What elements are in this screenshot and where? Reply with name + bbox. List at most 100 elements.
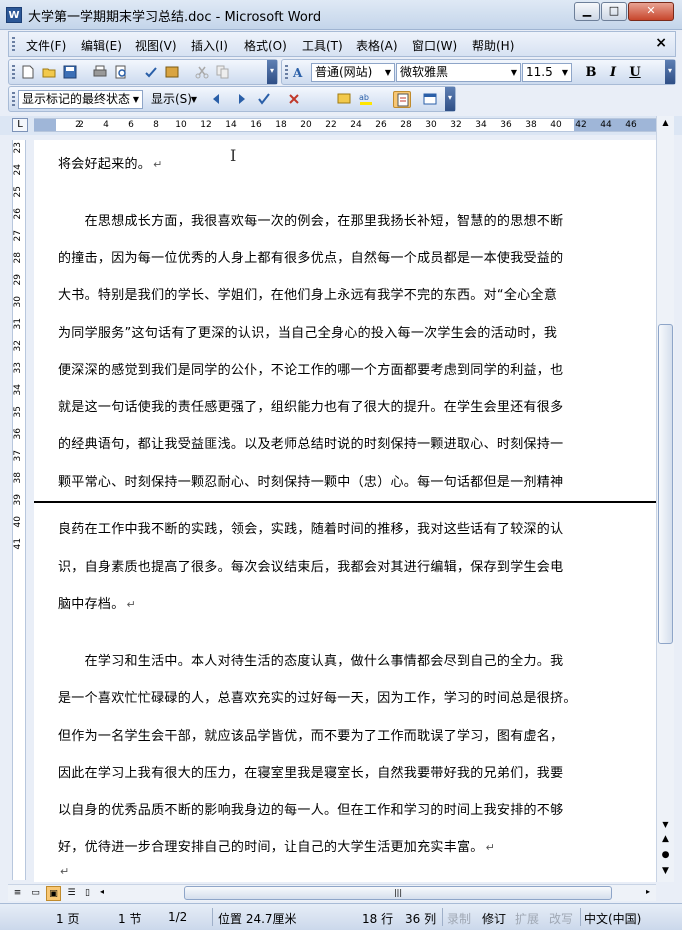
menu-window[interactable]: 窗口(W) <box>412 37 457 54</box>
styles-pane-button[interactable]: A <box>290 64 308 81</box>
font-select[interactable]: 微软雅黑 ▼ <box>396 63 521 82</box>
reading-layout-view-icon[interactable]: ▯ <box>80 886 95 901</box>
menu-table[interactable]: 表格(A) <box>356 37 398 54</box>
status-language[interactable]: 中文(中国) <box>584 910 641 927</box>
new-document-button[interactable] <box>19 64 37 81</box>
reject-change-button[interactable] <box>285 91 303 108</box>
ruler-tick: 6 <box>128 120 134 130</box>
vruler-tick: 23 <box>13 142 23 154</box>
next-change-button[interactable] <box>231 91 249 108</box>
minimize-button[interactable]: ▁ <box>574 2 600 21</box>
cut-button[interactable] <box>193 64 211 81</box>
scroll-up-button[interactable]: ▲ <box>658 118 673 132</box>
ruler-tick: 12 <box>200 120 212 130</box>
vruler-tick: 28 <box>13 252 23 264</box>
chevron-down-icon: ▼ <box>132 95 140 104</box>
vruler-tick: 24 <box>13 164 23 176</box>
scroll-down-button[interactable]: ▼ <box>658 820 673 832</box>
open-button[interactable] <box>40 64 58 81</box>
menu-help[interactable]: 帮助(H) <box>472 37 514 54</box>
ruler-tick: 32 <box>450 120 462 130</box>
document-line: 因此在学习上我有很大的压力，在寝室里我是寝室长，自然我要带好我的兄弟们，我要 <box>58 766 564 781</box>
close-document-button[interactable]: × <box>655 35 667 51</box>
document-line: 大书。特别是我们的学长、学姐们，在他们身上永远有我学不完的东西。对“全心全意 <box>58 288 558 303</box>
print-button[interactable] <box>91 64 109 81</box>
ruler-tick: 4 <box>103 120 109 130</box>
status-ovr[interactable]: 改写 <box>549 910 573 927</box>
highlight-icon: ab <box>359 93 372 105</box>
toolbar-grip[interactable] <box>12 92 15 108</box>
menu-format[interactable]: 格式(O) <box>244 37 287 54</box>
new-comment-button[interactable] <box>335 91 353 108</box>
title-bar: W 大学第一学期期末学习总结.doc - Microsoft Word ▁ □ … <box>0 0 682 30</box>
horizontal-scroll-thumb[interactable]: ||| <box>184 886 612 900</box>
tab-selector[interactable]: L <box>12 118 28 132</box>
normal-view-icon[interactable]: ≡ <box>10 886 25 901</box>
highlight-button[interactable]: ab <box>357 91 375 108</box>
open-folder-icon <box>42 68 56 78</box>
track-changes-button[interactable] <box>393 91 411 108</box>
spelling-button[interactable] <box>142 64 160 81</box>
vertical-ruler[interactable]: 23 24 25 26 27 28 29 30 31 32 33 34 35 3… <box>12 140 26 880</box>
accept-change-button[interactable] <box>255 91 273 108</box>
reviewing-pane-icon <box>423 93 437 105</box>
close-window-button[interactable]: ✕ <box>628 2 674 21</box>
vruler-tick: 41 <box>13 538 23 550</box>
scroll-right-button[interactable]: ▸ <box>646 887 650 896</box>
maximize-button[interactable]: □ <box>601 2 627 21</box>
document-line: 但作为一名学生会干部，就应该品学皆优，而不要为了工作而耽误了学习，图有虚名， <box>58 729 564 744</box>
print-layout-view-icon[interactable]: ▣ <box>46 886 61 901</box>
outline-view-icon[interactable]: ☰ <box>64 886 79 901</box>
display-for-review-select[interactable]: 显示标记的最终状态 ▼ <box>18 90 143 109</box>
select-browse-object-button[interactable]: ● <box>658 850 673 864</box>
document-line: 良药在工作中我不断的实践，领会，实践，随着时间的推移，我对这些话有了较深的认 <box>58 522 564 537</box>
show-markup-dropdown[interactable]: 显示(S) ▼ <box>147 90 201 109</box>
menu-file[interactable]: 文件(F) <box>26 37 66 54</box>
menu-insert[interactable]: 插入(I) <box>191 37 228 54</box>
status-ext[interactable]: 扩展 <box>515 910 539 927</box>
track-changes-icon <box>397 93 409 107</box>
underline-button[interactable]: U <box>626 64 644 81</box>
toolbar-grip[interactable] <box>285 65 288 81</box>
italic-button[interactable]: I <box>604 64 622 81</box>
toolbar-options-chevron[interactable]: ▾ <box>445 87 455 111</box>
style-select[interactable]: 普通(网站) ▼ <box>311 63 395 82</box>
new-document-icon <box>22 65 34 79</box>
bold-button[interactable]: B <box>582 64 600 81</box>
vertical-scrollbar[interactable]: ▲ ▼ ▲ ● ▼ <box>656 116 674 882</box>
vertical-scroll-thumb[interactable] <box>658 324 673 644</box>
horizontal-scrollbar[interactable]: ≡ ▭ ▣ ☰ ▯ ◂ ||| ▸ <box>8 884 656 901</box>
document-page[interactable]: I 将会好起来的。 ↵ 在思想成长方面，我很喜欢每一次的例会，在那里我扬长补短，智… <box>34 140 656 882</box>
toolbar-grip[interactable] <box>12 37 15 53</box>
previous-page-button[interactable]: ▲ <box>658 834 673 848</box>
status-separator <box>212 908 213 926</box>
menu-edit[interactable]: 编辑(E) <box>81 37 122 54</box>
previous-change-button[interactable] <box>209 91 227 108</box>
research-button[interactable] <box>163 64 181 81</box>
font-size-select[interactable]: 11.5 ▼ <box>522 63 572 82</box>
document-line: 的撞击，因为每一位优秀的人身上都有很多优点，自然每一个成员都是一本使我受益的 <box>58 251 564 266</box>
font-select-value: 微软雅黑 <box>400 65 449 79</box>
copy-button[interactable] <box>214 64 232 81</box>
save-button[interactable] <box>61 64 79 81</box>
vruler-tick: 31 <box>13 318 23 330</box>
comment-icon <box>337 93 351 104</box>
toolbar-options-chevron[interactable]: ▾ <box>267 60 277 84</box>
menu-bar: 文件(F) 编辑(E) 视图(V) 插入(I) 格式(O) 工具(T) 表格(A… <box>8 31 676 57</box>
status-page: 1 页 <box>56 912 80 926</box>
reviewing-pane-button[interactable] <box>421 91 439 108</box>
toolbar-options-chevron[interactable]: ▾ <box>665 60 675 84</box>
menu-tools[interactable]: 工具(T) <box>302 37 343 54</box>
status-rec[interactable]: 录制 <box>447 910 471 927</box>
next-page-button[interactable]: ▼ <box>658 866 673 880</box>
ruler-tick: 18 <box>275 120 287 130</box>
status-trk[interactable]: 修订 <box>482 910 506 927</box>
print-preview-button[interactable] <box>112 64 130 81</box>
horizontal-ruler[interactable]: 2 2 4 6 8 10 12 14 16 18 20 22 24 26 28 … <box>34 118 656 132</box>
web-layout-view-icon[interactable]: ▭ <box>28 886 43 901</box>
ruler-tick: 24 <box>350 120 362 130</box>
reject-change-icon <box>289 94 299 104</box>
menu-view[interactable]: 视图(V) <box>135 37 177 54</box>
scroll-left-button[interactable]: ◂ <box>100 887 104 896</box>
toolbar-grip[interactable] <box>12 65 15 81</box>
